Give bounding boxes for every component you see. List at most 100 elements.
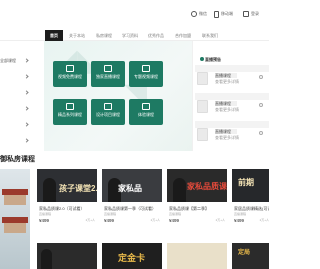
tile-label: 专题视频课程 xyxy=(134,74,158,79)
course-card[interactable]: 前期 家居品质课精选(可试看) 直播课程 ¥499 2万+人 xyxy=(232,169,269,224)
main-nav: 首页 关于本站 私房课程 学习资料 优秀作品 合作加盟 联系我们 xyxy=(0,30,269,41)
top-utility-bar: 微信 移动端 登录 xyxy=(0,0,269,30)
course-thumbnail-bottom[interactable] xyxy=(37,243,97,269)
course-subtitle: 直播课程 xyxy=(169,212,182,216)
tile-live-course[interactable]: 独家直播课程 xyxy=(91,61,125,87)
course-card[interactable]: 孩子课堂2.0 家私品质课2.0（可试看） 直播课程 ¥499 2万+人 xyxy=(37,169,97,224)
sidebar-item[interactable] xyxy=(0,133,44,149)
thumbnail-text: 家私品 xyxy=(118,184,142,193)
tile-label: 设计项目课程 xyxy=(96,112,120,117)
course-count: 2万+人 xyxy=(259,218,269,222)
nav-item-partner[interactable]: 合作加盟 xyxy=(175,33,191,39)
course-thumbnail: 家私品 xyxy=(102,169,162,202)
chevron-right-icon xyxy=(24,106,29,111)
course-thumbnail: 家私品质课 xyxy=(167,169,227,202)
sidebar-item[interactable] xyxy=(0,101,44,117)
card-sub: 查看更多详情 xyxy=(215,135,239,140)
wall-shape xyxy=(4,223,26,233)
course-card[interactable]: 家私品 家私品质课第一季（可试看） 直播课程 ¥499 2万+人 xyxy=(102,169,162,224)
card-header-bar xyxy=(195,121,269,128)
sidebar-item-label: 全部课程 xyxy=(0,58,16,63)
chevron-right-icon xyxy=(24,74,29,79)
chevron-right-icon xyxy=(24,122,29,127)
nav-item-works[interactable]: 优秀作品 xyxy=(148,33,164,39)
nav-item-contact[interactable]: 联系我们 xyxy=(202,33,218,39)
course-count: 2万+人 xyxy=(215,218,225,222)
course-count: 2万+人 xyxy=(85,218,95,222)
course-price: ¥499 xyxy=(234,218,245,223)
course-price: ¥499 xyxy=(104,218,115,223)
trial-icon xyxy=(142,103,150,110)
nav-item-about[interactable]: 关于本站 xyxy=(69,33,85,39)
course-thumbnail: 前期 xyxy=(232,169,269,202)
live-dot-icon xyxy=(200,57,204,61)
sidebar-item-all[interactable]: 全部课程 xyxy=(0,53,44,69)
instructor-figure xyxy=(173,178,186,202)
card-sub: 查看更多详情 xyxy=(215,107,239,112)
video-icon xyxy=(66,65,74,72)
live-icon xyxy=(104,65,112,72)
building-photo xyxy=(0,169,30,269)
sidebar-item[interactable] xyxy=(0,69,44,85)
design-icon xyxy=(104,103,112,110)
tile-trial-course[interactable]: 体验课程 xyxy=(129,99,163,125)
course-count: 2万+人 xyxy=(150,218,160,222)
chevron-right-icon xyxy=(24,138,29,143)
course-card[interactable]: 家私品质课 家私品质课【第二季】 直播课程 ¥499 2万+人 xyxy=(167,169,227,224)
course-price: ¥499 xyxy=(169,218,180,223)
wechat-label: 微信 xyxy=(199,11,207,16)
tile-free-video[interactable]: 视频免费课程 xyxy=(53,61,87,87)
chevron-right-icon xyxy=(24,90,29,95)
phone-thumbnail-icon xyxy=(197,128,208,141)
info-icon xyxy=(259,131,263,135)
hero-banner: ◢◣ ◥ 视频免费课程 独家直播课程 专题视频课程 精品系列课程 设计项目课程 … xyxy=(44,41,192,151)
sidebar-item[interactable] xyxy=(0,117,44,133)
card-name: 直播课程 xyxy=(215,73,237,78)
sidebar-item[interactable] xyxy=(0,85,44,101)
card-header-bar xyxy=(195,93,269,100)
tile-label: 视频免费课程 xyxy=(58,74,82,79)
tile-label: 体验课程 xyxy=(138,112,154,117)
live-preview-card[interactable]: 直播课程 查看更多详情 xyxy=(195,121,269,141)
section-title: 御私房课程 xyxy=(0,156,35,163)
course-thumbnail-bottom[interactable] xyxy=(167,243,227,269)
wechat-link[interactable]: 微信 xyxy=(191,9,207,19)
wall-shape xyxy=(4,195,26,205)
login-link[interactable]: 登录 xyxy=(243,9,259,19)
info-icon xyxy=(259,103,263,107)
login-label: 登录 xyxy=(251,11,259,16)
course-thumbnail-bottom[interactable]: 定金卡 xyxy=(102,243,162,269)
card-header-bar xyxy=(195,65,269,72)
course-thumbnail: 孩子课堂2.0 xyxy=(37,169,97,202)
thumbnail-text: 孩子课堂2.0 xyxy=(59,184,97,193)
course-subtitle: 直播课程 xyxy=(104,212,117,216)
thumbnail-text: 前期 xyxy=(238,178,254,187)
tile-series-course[interactable]: 精品系列课程 xyxy=(53,99,87,125)
live-preview-panel: 直播预告 直播课程 查看更多详情 直播课程 查看更多详情 直播课程 查看更多详情 xyxy=(192,41,269,151)
series-icon xyxy=(66,103,74,110)
mobile-phone-icon xyxy=(214,10,219,18)
live-preview-card[interactable]: 直播课程 查看更多详情 xyxy=(195,65,269,85)
phone-thumbnail-icon xyxy=(197,100,208,113)
tile-topic-video[interactable]: 专题视频课程 xyxy=(129,61,163,87)
nav-item-home[interactable]: 首页 xyxy=(45,30,63,41)
panel-title: 直播预告 xyxy=(205,57,221,62)
live-preview-card[interactable]: 直播课程 查看更多详情 xyxy=(195,93,269,113)
thumbnail-text: 定金卡 xyxy=(118,253,146,263)
nav-item-courses[interactable]: 私房课程 xyxy=(96,33,112,39)
course-thumbnail-bottom[interactable]: 定局 xyxy=(232,243,269,269)
tile-design-project[interactable]: 设计项目课程 xyxy=(91,99,125,125)
topic-icon xyxy=(142,65,150,72)
mobile-label: 移动端 xyxy=(221,11,233,16)
course-subtitle: 直播课程 xyxy=(39,212,52,216)
info-icon xyxy=(259,75,263,79)
card-name: 直播课程 xyxy=(215,129,237,134)
card-sub: 查看更多详情 xyxy=(215,79,239,84)
thumbnail-text: 家私品质课 xyxy=(187,182,227,191)
instructor-figure xyxy=(43,178,56,202)
wechat-icon xyxy=(191,11,197,17)
thumbnail-text: 定局 xyxy=(238,250,251,256)
mobile-link[interactable]: 移动端 xyxy=(214,9,233,19)
nav-item-materials[interactable]: 学习资料 xyxy=(122,33,138,39)
user-icon xyxy=(243,11,249,17)
